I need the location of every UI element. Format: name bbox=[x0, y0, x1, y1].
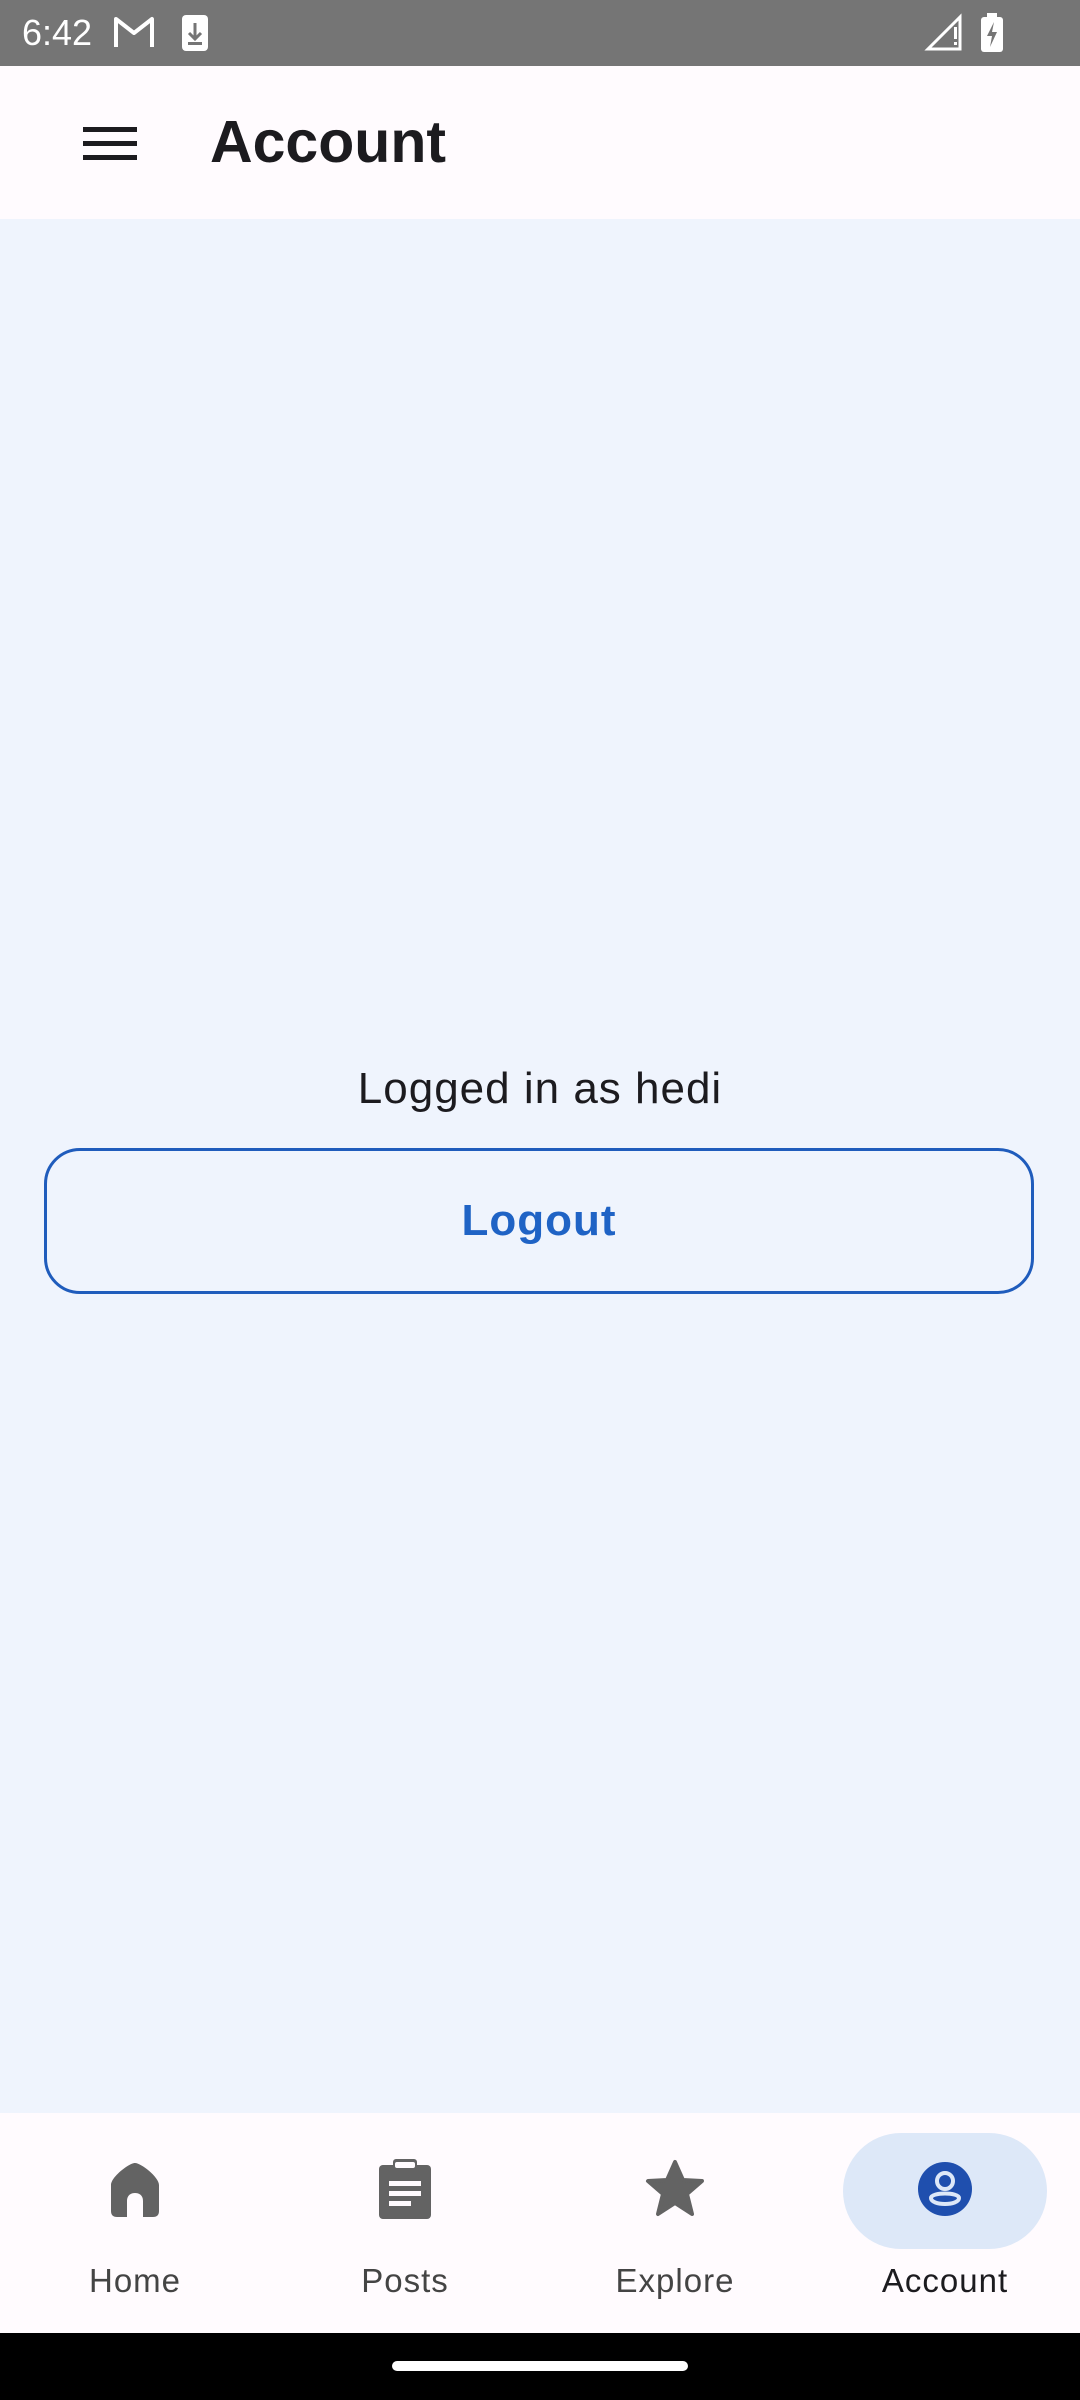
logged-in-text: Logged in as hedi bbox=[357, 1064, 723, 1113]
status-time: 6:42 bbox=[22, 12, 93, 53]
nav-item-account[interactable]: Account bbox=[810, 2113, 1080, 2333]
star-icon bbox=[644, 2159, 706, 2224]
account-icon bbox=[916, 2160, 974, 2223]
bottom-navigation: Home Posts Explore Account bbox=[0, 2113, 1080, 2333]
logout-button[interactable]: Logout bbox=[44, 1148, 1034, 1294]
nav-icon-container bbox=[33, 2133, 237, 2249]
nav-label-posts: Posts bbox=[361, 2262, 449, 2299]
nav-item-explore[interactable]: Explore bbox=[540, 2113, 810, 2333]
menu-button[interactable] bbox=[60, 106, 160, 186]
download-icon bbox=[180, 13, 210, 58]
nav-label-explore: Explore bbox=[615, 2262, 735, 2299]
nav-item-posts[interactable]: Posts bbox=[270, 2113, 540, 2333]
signal-icon bbox=[924, 13, 964, 58]
battery-charging-icon bbox=[980, 13, 1004, 58]
posts-icon bbox=[377, 2157, 433, 2226]
nav-icon-container bbox=[573, 2133, 777, 2249]
gmail-icon bbox=[112, 13, 156, 56]
nav-icon-container-active bbox=[843, 2133, 1047, 2249]
nav-label-home: Home bbox=[88, 2262, 182, 2299]
page-title: Account bbox=[210, 109, 446, 175]
nav-label-account: Account bbox=[881, 2262, 1009, 2299]
nav-icon-container bbox=[303, 2133, 507, 2249]
status-bar: 6:42 bbox=[0, 0, 1080, 66]
main-content: Logged in as hedi Logout bbox=[0, 219, 1080, 2113]
menu-icon bbox=[83, 125, 137, 168]
nav-item-home[interactable]: Home bbox=[0, 2113, 270, 2333]
home-icon bbox=[105, 2159, 165, 2224]
home-gesture-handle[interactable] bbox=[392, 2361, 688, 2371]
top-app-bar: Account bbox=[0, 66, 1080, 219]
system-navigation-bar bbox=[0, 2333, 1080, 2400]
